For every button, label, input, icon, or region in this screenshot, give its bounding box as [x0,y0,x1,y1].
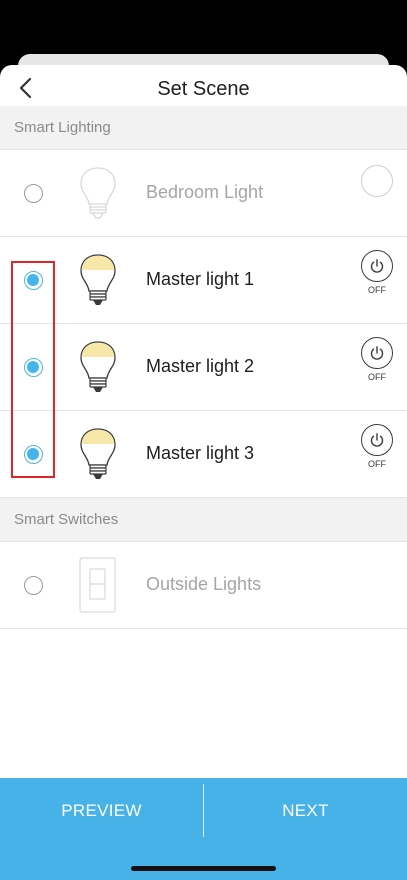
section-header-smart-lighting: Smart Lighting [0,106,407,150]
lightbulb-on-icon [80,341,116,392]
page-title: Set Scene [157,78,250,100]
preview-button[interactable]: PREVIEW [0,778,203,844]
power-toggle[interactable] [361,337,393,369]
power-toggle[interactable] [361,250,393,282]
footer-bar: PREVIEW NEXT [0,778,407,880]
section-title: Smart Lighting [14,119,111,136]
device-row-master-light-2[interactable]: Master light 2 OFF [0,324,407,411]
device-row-outside-lights[interactable]: Outside Lights [0,542,407,629]
select-radio[interactable] [24,184,43,203]
power-state-label: OFF [368,372,386,382]
select-radio[interactable] [24,358,43,377]
power-icon [370,433,384,447]
device-row-master-light-1[interactable]: Master light 1 OFF [0,237,407,324]
power-toggle[interactable] [361,165,393,197]
light-switch-icon [79,557,116,613]
device-name: Master light 1 [146,269,255,289]
header: Set Scene [0,65,407,106]
lightbulb-off-icon [80,167,116,219]
section-header-smart-switches: Smart Switches [0,498,407,542]
device-row-bedroom-light[interactable]: Bedroom Light [0,150,407,237]
device-name: Bedroom Light [146,182,264,202]
device-name: Master light 3 [146,443,255,463]
home-indicator [131,866,276,871]
set-scene-sheet: Set Scene Smart Lighting Bedroom Light M… [0,65,407,880]
power-icon [370,259,384,273]
next-button[interactable]: NEXT [204,778,407,844]
select-radio[interactable] [24,271,43,290]
select-radio[interactable] [24,445,43,464]
lightbulb-on-icon [80,428,116,479]
device-row-master-light-3[interactable]: Master light 3 OFF [0,411,407,498]
lightbulb-on-icon [80,254,116,305]
section-title: Smart Switches [14,511,119,528]
device-name: Master light 2 [146,356,255,376]
power-toggle[interactable] [361,424,393,456]
device-name: Outside Lights [146,574,262,594]
select-radio[interactable] [24,576,43,595]
power-icon [370,346,384,360]
power-state-label: OFF [368,459,386,469]
power-state-label: OFF [368,285,386,295]
